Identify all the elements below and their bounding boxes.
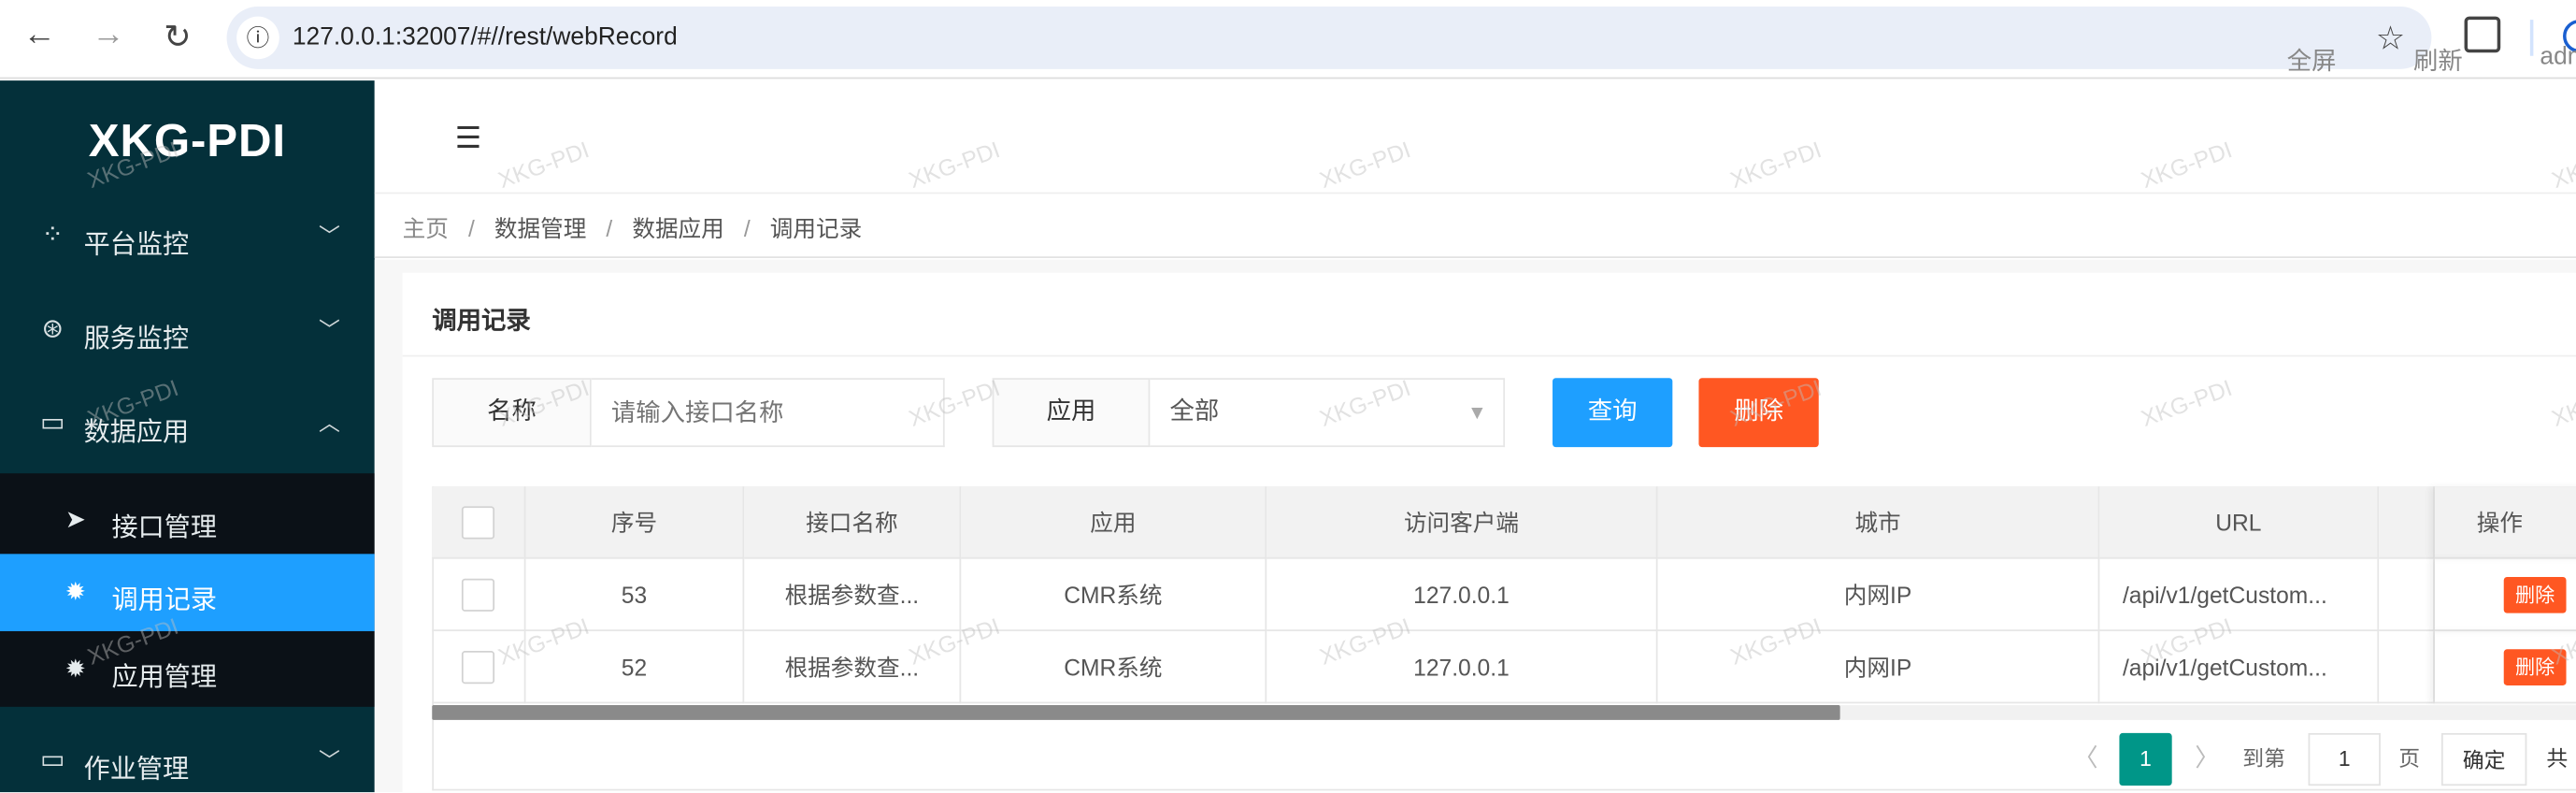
table-cell-url: /api/v1/getCustom... — [2099, 630, 2380, 704]
gear-icon: ✹ — [64, 578, 86, 607]
table-cell-action: 删除 — [2434, 631, 2576, 704]
column-header: 城市 — [1657, 486, 2100, 559]
column-header: 接口名称 — [744, 486, 962, 559]
back-icon[interactable]: ← — [20, 17, 59, 54]
chevron-down-icon: ﹀ — [318, 223, 340, 249]
chevron-up-icon: ︿ — [318, 411, 340, 436]
table-cell-name: 根据参数查... — [744, 558, 962, 631]
sidebar-item-app-manage[interactable]: ✹ 应用管理 — [0, 631, 375, 707]
sidebar-item-api-manage[interactable]: ➤ 接口管理 — [0, 482, 375, 557]
prev-page-button[interactable]: 〈 — [2073, 733, 2097, 786]
breadcrumb-home[interactable]: 主页 — [403, 215, 449, 241]
dropdown-triangle-icon: ▼ — [1467, 400, 1487, 425]
scrollbar-thumb[interactable] — [432, 705, 1840, 720]
extensions-icon[interactable] — [2464, 16, 2501, 53]
forward-icon[interactable]: → — [89, 17, 128, 54]
table-cell-client: 127.0.0.1 — [1267, 630, 1658, 704]
column-header: 操作 — [2434, 486, 2576, 559]
header-select-all[interactable] — [432, 486, 526, 559]
column-header: 应用 — [961, 486, 1267, 559]
reload-icon[interactable]: ↻ — [158, 17, 197, 58]
menu-fold-icon[interactable]: ☰ — [455, 122, 481, 156]
next-page-button[interactable]: 〉 — [2195, 733, 2219, 786]
sidebar-item-label: 接口管理 — [111, 514, 218, 543]
app-label: 应用 — [992, 378, 1151, 448]
table-cell-url: /api/v1/getCustom... — [2099, 558, 2380, 631]
column-header: 访问客户端 — [1267, 486, 1658, 559]
chevron-down-icon: ﹀ — [318, 317, 340, 342]
sidebar-item-job-manage[interactable]: ▭ 作业管理 ﹀ — [0, 716, 375, 792]
table-cell-app: CMR系统 — [961, 630, 1267, 704]
app-window: ← → ↻ ⓘ 127.0.0.1:32007/#//rest/webRecor… — [0, 0, 2576, 793]
checkbox[interactable] — [461, 651, 495, 685]
site-info-icon[interactable]: ⓘ — [236, 16, 279, 60]
app-select[interactable]: 全部 ▼ — [1150, 378, 1506, 448]
total-label: 共 — [2546, 745, 2569, 771]
breadcrumb-current: 调用记录 — [769, 215, 863, 242]
table-cell-client: 127.0.0.1 — [1267, 558, 1658, 631]
column-header: URL — [2099, 486, 2380, 559]
row-delete-button[interactable]: 删除 — [2503, 576, 2567, 613]
fullscreen-link[interactable]: 全屏 — [2287, 43, 2337, 78]
logo: XKG-PDI — [88, 115, 287, 166]
breadcrumb: 主页 / 数据管理 / 数据应用 / 调用记录 — [374, 194, 2576, 258]
sidebar-item-label: 平台监控 — [83, 231, 190, 260]
row-delete-button[interactable]: 删除 — [2503, 649, 2567, 685]
sidebar-item-data-app[interactable]: ▭ 数据应用 ︿ — [0, 380, 375, 471]
loading-dots-icon: ⁘ — [41, 222, 64, 251]
chevron-down-icon: ﹀ — [318, 747, 340, 773]
row-select[interactable] — [432, 558, 526, 631]
address-bar[interactable]: ⓘ 127.0.0.1:32007/#//rest/webRecord ☆ — [226, 7, 2432, 69]
top-header — [374, 80, 2576, 195]
column-header: 序号 — [525, 486, 745, 559]
name-label: 名称 — [432, 378, 592, 448]
sidebar-item-service-monitor[interactable]: ⊛ 服务监控 ﹀ — [0, 286, 375, 378]
browser-toolbar: ← → ↻ ⓘ 127.0.0.1:32007/#//rest/webRecor… — [0, 0, 2576, 79]
delete-button[interactable]: 删除 — [1698, 378, 1819, 448]
url-text[interactable]: 127.0.0.1:32007/#//rest/webRecord — [293, 23, 678, 51]
table-cell-id: 52 — [525, 630, 745, 704]
card-title: 调用记录 — [432, 307, 531, 336]
sidebar-item-label: 服务监控 — [83, 325, 190, 353]
column-header — [2379, 486, 2435, 559]
bookmark-star-icon[interactable]: ☆ — [2376, 18, 2406, 59]
app-select-value: 全部 — [1169, 397, 1220, 426]
table-cell-city: 内网IP — [1657, 558, 2100, 631]
sidebar-item-label: 调用记录 — [111, 586, 218, 615]
query-button[interactable]: 查询 — [1553, 378, 1673, 448]
laptop-icon: ▭ — [39, 409, 65, 438]
goto-confirm-button[interactable]: 确定 — [2440, 732, 2527, 786]
breadcrumb-item[interactable]: 数据应用 — [632, 215, 723, 241]
laptop-icon: ▭ — [39, 745, 65, 774]
table-cell-id: 53 — [525, 558, 745, 631]
table-cell-name: 根据参数查... — [744, 630, 962, 704]
goto-label: 到第 — [2242, 745, 2285, 771]
sidebar-item-label: 作业管理 — [83, 756, 190, 785]
table-cell-action: 删除 — [2434, 559, 2576, 631]
checkbox[interactable] — [461, 506, 495, 540]
sidebar-item-platform-monitor[interactable]: ⁘ 平台监控 ﹀ — [0, 193, 375, 284]
name-input[interactable] — [591, 378, 945, 448]
row-select[interactable] — [432, 630, 526, 704]
breadcrumb-item[interactable]: 数据管理 — [494, 215, 586, 241]
gear-icon: ✹ — [64, 656, 86, 685]
table-cell-app: CMR系统 — [961, 558, 1267, 631]
sidebar-item-label: 应用管理 — [111, 664, 218, 692]
goto-page-input[interactable] — [2308, 732, 2381, 786]
refresh-link[interactable]: 刷新 — [2413, 43, 2463, 78]
paper-plane-icon: ➤ — [64, 506, 86, 535]
table-cell-blank — [2379, 558, 2435, 631]
user-menu[interactable]: admin — [2540, 43, 2576, 71]
page-suffix: 页 — [2398, 745, 2421, 771]
page-1-button[interactable]: 1 — [2119, 732, 2172, 786]
toolbar-divider — [2529, 20, 2534, 56]
sidebar-item-call-records[interactable]: ✹ 调用记录 — [0, 554, 375, 631]
sidebar-item-label: 数据应用 — [83, 419, 190, 448]
divider — [402, 354, 2576, 357]
table-cell-blank — [2379, 630, 2435, 704]
lifebuoy-icon: ⊛ — [41, 315, 64, 344]
table-cell-city: 内网IP — [1657, 630, 2100, 704]
checkbox[interactable] — [461, 578, 495, 612]
